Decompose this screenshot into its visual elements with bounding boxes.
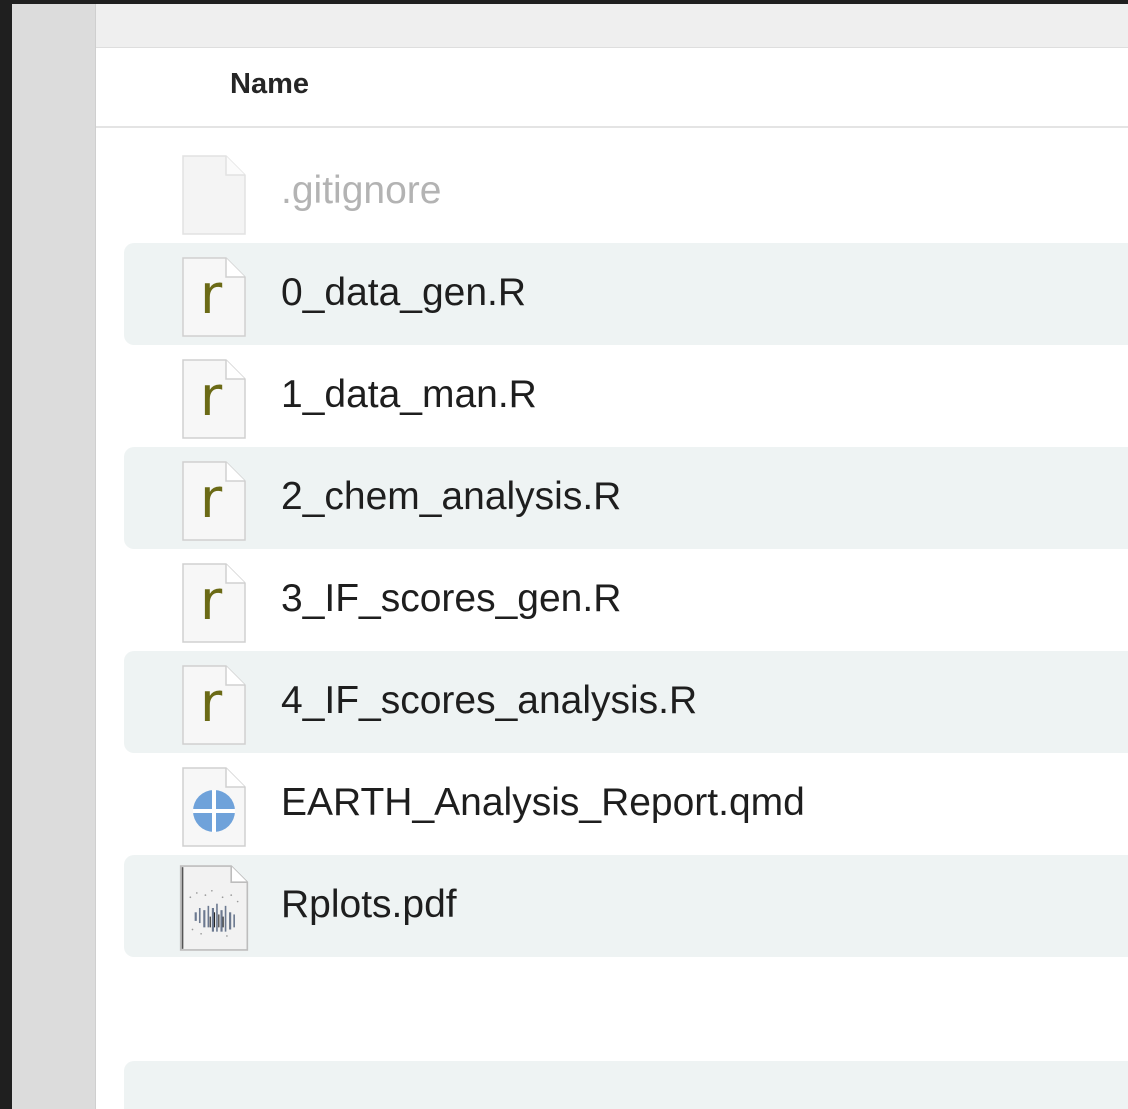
svg-text:r: r — [200, 467, 223, 530]
column-header: Name — [96, 48, 1128, 128]
file-row[interactable]: EARTH_Analysis_Report.qmd — [124, 753, 1128, 855]
sidebar — [12, 4, 96, 1109]
file-list-pane: Name .gitignore r 0_data_gen.R r 1_data_… — [96, 4, 1128, 1109]
svg-text:r: r — [200, 671, 223, 734]
r-script-icon: r — [182, 665, 246, 745]
file-row[interactable]: r 1_data_man.R — [124, 345, 1128, 447]
file-row[interactable]: r 2_chem_analysis.R — [124, 447, 1128, 549]
column-header-name[interactable]: Name — [230, 68, 309, 101]
svg-text:r: r — [200, 569, 223, 632]
file-name: EARTH_Analysis_Report.qmd — [281, 781, 805, 824]
svg-text:r: r — [200, 365, 223, 428]
r-script-icon: r — [182, 563, 246, 643]
file-name: .gitignore — [281, 169, 442, 212]
empty-row — [124, 1061, 1128, 1109]
file-name: Rplots.pdf — [281, 883, 457, 926]
toolbar — [96, 4, 1128, 48]
file-row[interactable]: r 3_IF_scores_gen.R — [124, 549, 1128, 651]
quarto-document-icon — [182, 767, 246, 847]
file-name: 3_IF_scores_gen.R — [281, 577, 622, 620]
r-script-icon: r — [182, 461, 246, 541]
r-script-icon: r — [182, 257, 246, 337]
finder-window: Name .gitignore r 0_data_gen.R r 1_data_… — [12, 4, 1128, 1109]
r-script-icon: r — [182, 359, 246, 439]
file-name: 1_data_man.R — [281, 373, 537, 416]
blank-document-icon — [182, 155, 246, 235]
file-name: 4_IF_scores_analysis.R — [281, 679, 698, 722]
file-name: 2_chem_analysis.R — [281, 475, 622, 518]
svg-text:r: r — [200, 263, 223, 326]
file-row[interactable]: r 0_data_gen.R — [124, 243, 1128, 345]
pdf-thumbnail-icon — [179, 865, 249, 951]
file-name: 0_data_gen.R — [281, 271, 527, 314]
file-row[interactable]: .gitignore — [124, 141, 1128, 243]
file-row[interactable]: Rplots.pdf — [124, 855, 1128, 957]
file-row[interactable]: r 4_IF_scores_analysis.R — [124, 651, 1128, 753]
